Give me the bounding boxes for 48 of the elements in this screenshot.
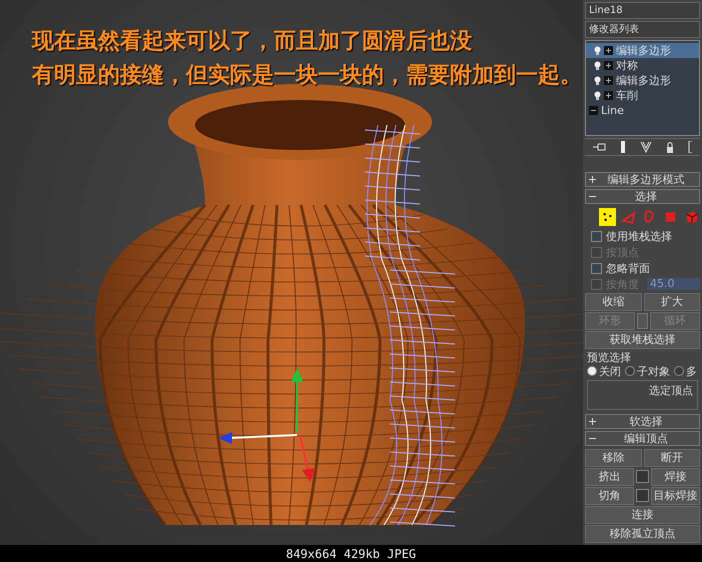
settings-button[interactable]: [636, 470, 649, 484]
annotation-text: 现在虽然看起来可以了，而且加了圆滑后也没: [32, 27, 473, 56]
rollout-header[interactable]: 选择: [585, 188, 700, 204]
modifier-item[interactable]: Line: [586, 103, 699, 118]
panel-button[interactable]: 焊接: [651, 468, 700, 486]
light-bulb-icon[interactable]: [594, 46, 601, 56]
panel-button[interactable]: 切角: [585, 486, 634, 505]
transform-gizmo-icon[interactable]: [218, 368, 316, 482]
checkbox-label: 忽略背面: [606, 260, 650, 276]
bracket-icon[interactable]: [688, 141, 693, 154]
settings-button[interactable]: [636, 489, 649, 502]
radio-label: 多: [686, 364, 697, 379]
radio-button[interactable]: [674, 366, 684, 376]
rollout-header[interactable]: 编辑顶点: [585, 430, 700, 446]
checkbox[interactable]: [591, 262, 602, 274]
panel-button[interactable]: 目标焊接: [651, 486, 700, 505]
object-name-field[interactable]: Line18: [585, 2, 700, 20]
annotation-text: 有明显的接缝，但实际是一块一块的，需要附加到一起。: [32, 61, 582, 90]
light-bulb-icon[interactable]: [594, 90, 601, 101]
rollout-header[interactable]: 软选择: [585, 414, 700, 429]
radio-button[interactable]: [625, 366, 635, 376]
rollout-header[interactable]: 编辑多边形模式: [585, 172, 700, 187]
modifier-item[interactable]: 对称: [586, 58, 699, 74]
radio-label: 关闭: [599, 364, 621, 379]
selection-info: 选定顶点: [587, 380, 698, 410]
panel-button[interactable]: 连接: [585, 506, 700, 524]
checkbox-label: 使用堆栈选择: [606, 228, 672, 244]
modifier-item[interactable]: 编辑多边形: [586, 43, 699, 58]
modifier-item[interactable]: 车削: [586, 88, 699, 104]
modifier-list-dropdown[interactable]: 修改器列表: [585, 21, 700, 38]
modifier-item[interactable]: 编辑多边形: [586, 73, 699, 88]
checkbox[interactable]: [591, 230, 602, 242]
vertex-mode-icon[interactable]: [599, 208, 616, 226]
radio-button[interactable]: [587, 366, 597, 376]
panel-button[interactable]: 移除孤立顶点: [585, 524, 700, 543]
light-bulb-icon[interactable]: [594, 60, 601, 71]
image-caption: 849x664 429kb JPEG: [286, 546, 416, 560]
group-title: 预览选择: [587, 350, 632, 364]
panel-button[interactable]: 获取堆栈选择: [585, 330, 700, 349]
panel-button[interactable]: 断开: [644, 448, 700, 467]
light-bulb-icon[interactable]: [594, 76, 601, 86]
panel-button[interactable]: 移除: [585, 448, 642, 467]
panel-button[interactable]: 挤出: [585, 468, 634, 486]
panel-button[interactable]: 收缩: [585, 292, 642, 311]
bar-icon[interactable]: [620, 141, 626, 154]
lock-icon[interactable]: [666, 141, 674, 154]
radio-label: 子对象: [637, 364, 670, 379]
panel-button[interactable]: 扩大: [644, 292, 700, 311]
